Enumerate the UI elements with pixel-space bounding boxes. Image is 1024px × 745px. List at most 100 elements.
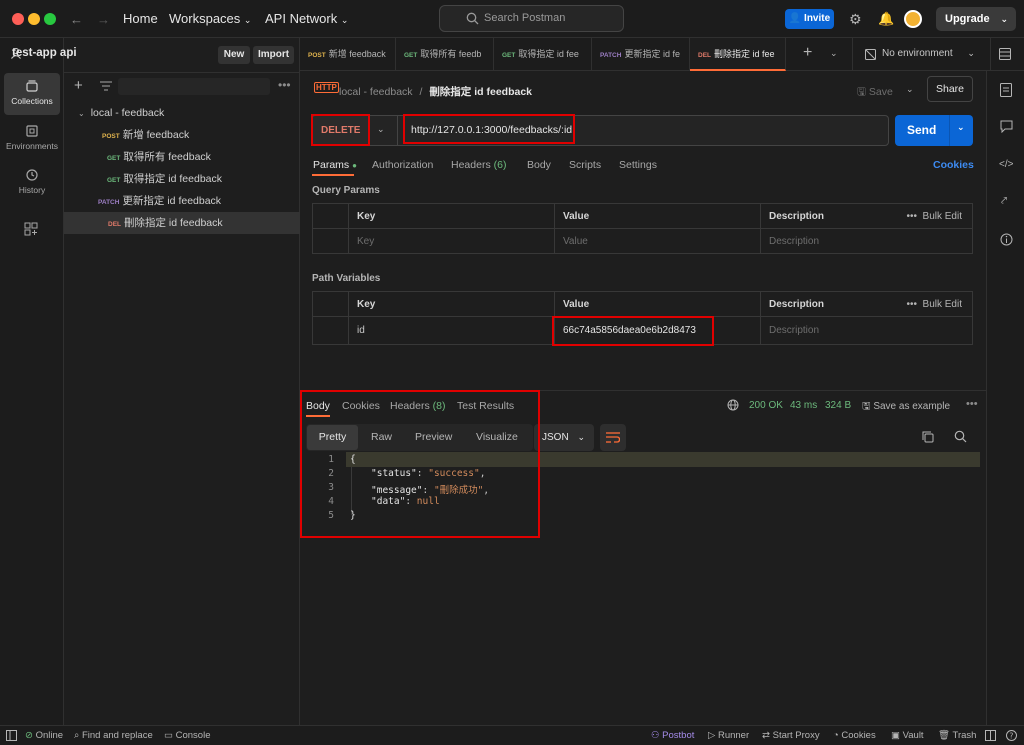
toggle-sidebar-icon[interactable] <box>6 730 17 741</box>
comments-icon[interactable] <box>1000 120 1013 133</box>
sidebar-search-input[interactable] <box>118 78 270 95</box>
close-window-button[interactable] <box>12 13 24 25</box>
environment-quick-look-icon[interactable] <box>999 48 1011 60</box>
col-key: Key <box>348 203 555 229</box>
home-link[interactable]: Home <box>123 11 158 26</box>
response-size[interactable]: 324 B <box>825 400 851 411</box>
settings-gear-icon[interactable]: ⚙ <box>849 11 862 28</box>
postbot-button[interactable]: ⚇ Postbot <box>651 730 694 741</box>
info-icon[interactable] <box>1000 233 1013 246</box>
workspace-name[interactable]: test-app api <box>12 47 77 59</box>
query-description-input[interactable]: Description <box>760 228 973 254</box>
console-button[interactable]: ▭ Console <box>164 730 210 741</box>
bulk-edit-button[interactable]: ••• Bulk Edit <box>906 299 962 310</box>
sidebar-item-patch[interactable]: PATCH 更新指定 id feedback <box>64 190 300 212</box>
divider <box>949 115 950 146</box>
query-params-table: Key Value Description ••• Bulk Edit Key V… <box>312 203 973 254</box>
query-key-input[interactable]: Key <box>348 228 555 254</box>
apps-grid-icon[interactable] <box>24 222 38 236</box>
send-button[interactable]: Send ⌄ <box>895 115 973 146</box>
related-collections-icon[interactable]: ⤤ <box>1001 195 1007 208</box>
rail-collections[interactable]: Collections <box>4 73 60 115</box>
help-icon[interactable]: ? <box>1006 730 1017 741</box>
upgrade-button[interactable]: Upgrade ⌄ <box>936 7 1016 31</box>
sidebar-item-post[interactable]: POST 新增 feedback <box>64 124 300 146</box>
new-button[interactable]: New <box>218 46 250 64</box>
documentation-icon[interactable] <box>1000 83 1012 97</box>
online-status[interactable]: ⊘ Online <box>25 730 63 741</box>
filter-icon[interactable] <box>100 81 112 91</box>
tab-delete[interactable]: DEL 刪除指定 id fee <box>690 38 786 71</box>
language-select[interactable]: JSON ⌄ <box>534 424 594 451</box>
tab-post[interactable]: POST 新增 feedback <box>300 38 396 71</box>
console-icon: ▭ <box>164 730 173 741</box>
two-pane-icon[interactable] <box>985 730 996 741</box>
api-network-menu[interactable]: API Network ⌄ <box>265 11 348 26</box>
cookies-button[interactable]: ◔ Cookies <box>833 730 876 741</box>
workspaces-menu[interactable]: Workspaces ⌄ <box>169 11 251 26</box>
active-tab-indicator <box>312 174 354 176</box>
add-collection-icon[interactable]: + <box>74 77 83 94</box>
runner-button[interactable]: ▷ Runner <box>708 730 749 741</box>
tab-patch[interactable]: PATCH 更新指定 id fe <box>592 38 690 71</box>
wrap-lines-button[interactable] <box>600 424 626 451</box>
more-options-icon[interactable]: ••• <box>278 78 291 92</box>
copy-icon[interactable] <box>922 431 934 443</box>
title-bar: ← → Home Workspaces ⌄ API Network ⌄ Sear… <box>0 0 1024 38</box>
search-icon[interactable] <box>954 430 967 443</box>
folder-local-feedback[interactable]: ⌄ local - feedback <box>64 102 300 124</box>
chevron-down-icon: ⌄ <box>967 48 975 58</box>
tab-body[interactable]: Body <box>527 159 551 171</box>
sidebar-item-get-all[interactable]: GET 取得所有 feedback <box>64 146 300 168</box>
path-description-input[interactable]: Description <box>760 316 973 345</box>
zoom-window-button[interactable] <box>44 13 56 25</box>
new-tab-icon[interactable]: + <box>803 44 812 62</box>
tab-settings[interactable]: Settings <box>619 159 657 171</box>
rail-environments[interactable]: Environments <box>4 119 60 161</box>
share-button[interactable]: Share <box>927 76 973 102</box>
vault-button[interactable]: ▣ Vault <box>891 730 924 741</box>
trash-button[interactable]: 🗑 Trash <box>938 730 976 741</box>
tab-headers[interactable]: Headers (6) <box>451 159 506 171</box>
wrap-lines-icon <box>606 432 620 443</box>
rail-history[interactable]: History <box>4 163 60 205</box>
tab-authorization[interactable]: Authorization <box>372 159 433 171</box>
minimize-window-button[interactable] <box>28 13 40 25</box>
cookies-link[interactable]: Cookies <box>933 159 974 171</box>
more-options-icon[interactable]: ••• <box>966 398 978 410</box>
save-as-example-button[interactable]: 🖫 Save as example <box>862 399 950 416</box>
avatar[interactable] <box>904 10 922 28</box>
sidebar-item-get-one[interactable]: GET 取得指定 id feedback <box>64 168 300 190</box>
environments-icon <box>25 124 39 138</box>
save-button[interactable]: 🖫 Save <box>857 84 893 102</box>
sidebar-item-delete[interactable]: DEL 刪除指定 id feedback <box>64 212 300 234</box>
forward-arrow-icon[interactable]: → <box>97 12 110 27</box>
import-button[interactable]: Import <box>253 46 294 64</box>
back-arrow-icon[interactable]: ← <box>70 12 83 27</box>
chevron-down-icon: ⌄ <box>957 122 965 132</box>
request-title[interactable]: 刪除指定 id feedback <box>429 86 532 98</box>
invite-button[interactable]: 👤 Invite <box>785 9 834 29</box>
tab-scripts[interactable]: Scripts <box>569 159 601 171</box>
notification-bell-icon[interactable]: 🔔 <box>878 11 894 27</box>
bulk-edit-button[interactable]: ••• Bulk Edit <box>906 211 962 222</box>
tabs-chevron-down-icon[interactable]: ⌄ <box>830 48 838 59</box>
response-time[interactable]: 43 ms <box>790 400 817 411</box>
code-icon[interactable]: </> <box>999 159 1013 170</box>
highlight-method <box>311 114 370 146</box>
svg-text:?: ? <box>1009 731 1013 740</box>
status-code[interactable]: 200 OK <box>749 400 783 411</box>
col-value: Value <box>554 291 761 317</box>
tab-get-all[interactable]: GET 取得所有 feedb <box>396 38 494 71</box>
tab-params[interactable]: Params ● <box>313 159 357 171</box>
tab-get-one[interactable]: GET 取得指定 id fee <box>494 38 592 71</box>
environment-selector[interactable]: No environment ⌄ <box>882 48 975 59</box>
find-replace-button[interactable]: ⌕ Find and replace <box>74 730 153 741</box>
method-chevron-down-icon[interactable]: ⌄ <box>377 124 385 135</box>
right-rail: </> ⤤ <box>986 71 1024 725</box>
query-value-input[interactable]: Value <box>554 228 761 254</box>
save-chevron-down-icon[interactable]: ⌄ <box>906 84 914 95</box>
query-params-title: Query Params <box>312 185 380 196</box>
breadcrumb-parent[interactable]: local - feedback <box>339 86 413 98</box>
start-proxy-button[interactable]: ⇄ Start Proxy <box>762 730 820 741</box>
